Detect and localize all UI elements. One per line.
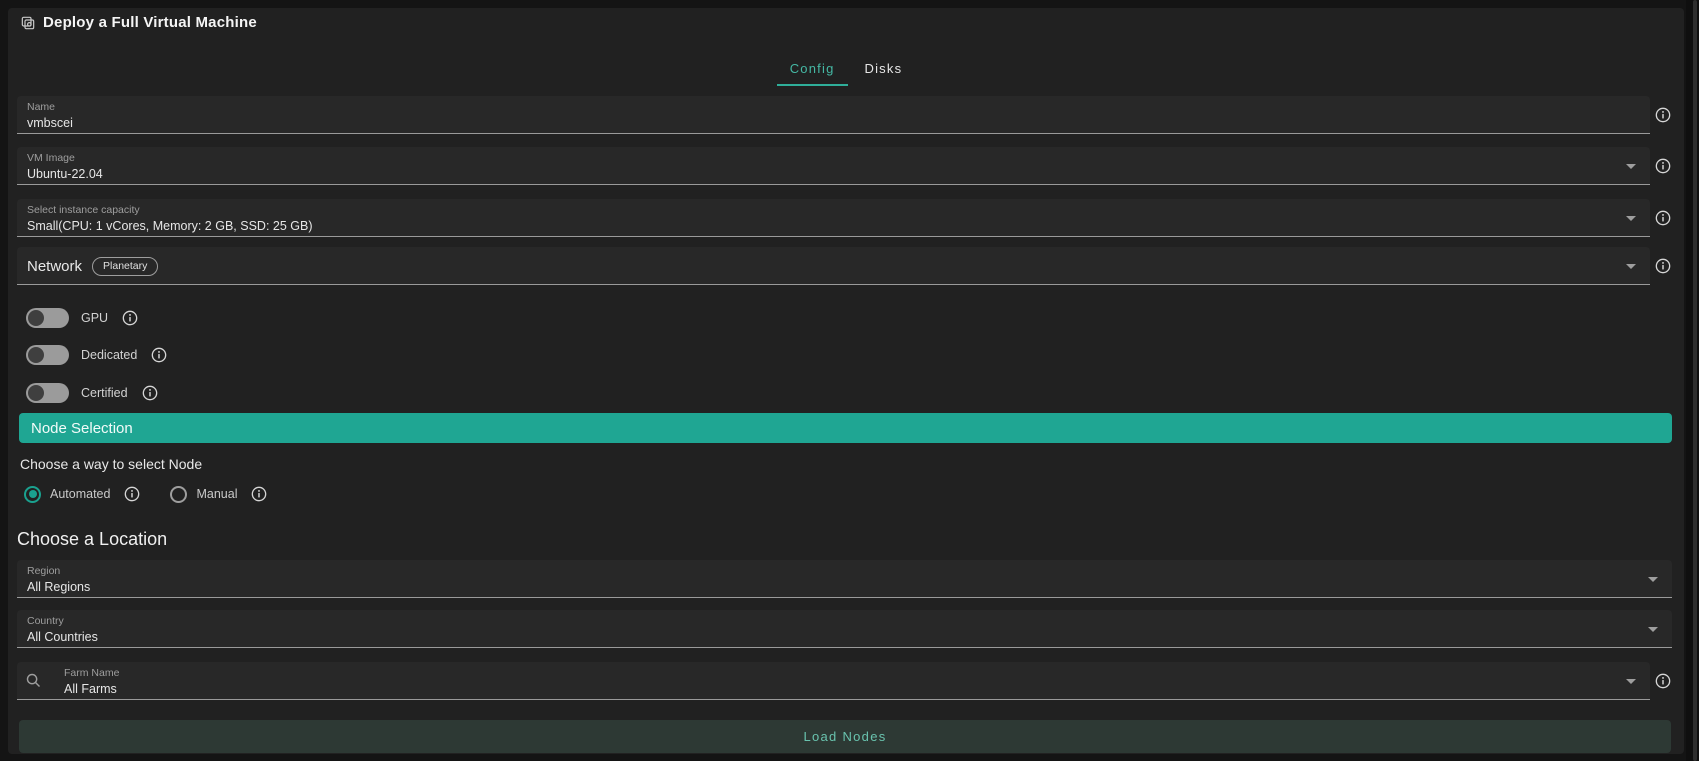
toggle-knob: [28, 385, 44, 401]
tab-bar: Config Disks: [8, 50, 1684, 86]
country-value: All Countries: [27, 629, 1658, 646]
chevron-down-icon: [1626, 264, 1636, 269]
card-header: Deploy a Full Virtual Machine: [20, 14, 257, 31]
certified-toggle-row: Certified: [26, 382, 158, 404]
scrollbar-track[interactable]: [1686, 0, 1699, 761]
network-row: Network Planetary: [27, 252, 1636, 284]
tab-disks[interactable]: Disks: [850, 50, 918, 86]
tab-config[interactable]: Config: [775, 50, 850, 86]
scrollbar-thumb[interactable]: [1693, 0, 1697, 761]
chevron-down-icon: [1648, 577, 1658, 582]
dedicated-toggle-row: Dedicated: [26, 344, 167, 366]
farm-label: Farm Name: [64, 667, 1636, 679]
capacity-label: Select instance capacity: [27, 204, 1636, 216]
chevron-down-icon: [1626, 164, 1636, 169]
gpu-toggle[interactable]: [26, 308, 69, 328]
dedicated-toggle[interactable]: [26, 345, 69, 365]
vm-image-info-icon[interactable]: [1655, 158, 1671, 174]
capacity-info-icon[interactable]: [1655, 210, 1671, 226]
radio-automated[interactable]: [24, 486, 41, 503]
vm-image-select[interactable]: VM Image Ubuntu-22.04: [17, 147, 1650, 185]
automated-info-icon[interactable]: [124, 486, 140, 502]
certified-toggle-label: Certified: [81, 386, 128, 400]
name-field[interactable]: Name vmbscei: [17, 96, 1650, 134]
vm-image-label: VM Image: [27, 152, 1636, 164]
farm-info-icon[interactable]: [1655, 673, 1671, 689]
name-info-icon[interactable]: [1655, 107, 1671, 123]
chevron-down-icon: [1648, 627, 1658, 632]
toggle-knob: [28, 347, 44, 363]
capacity-value: Small(CPU: 1 vCores, Memory: 2 GB, SSD: …: [27, 218, 1636, 235]
dedicated-info-icon[interactable]: [151, 347, 167, 363]
location-heading: Choose a Location: [17, 529, 167, 550]
planetary-chip[interactable]: Planetary: [92, 257, 158, 276]
gpu-toggle-label: GPU: [81, 311, 108, 325]
vm-stack-icon: [20, 15, 36, 31]
certified-toggle[interactable]: [26, 383, 69, 403]
search-icon: [25, 672, 42, 689]
farm-field-text: Farm Name All Farms: [27, 667, 1636, 698]
network-info-icon[interactable]: [1655, 258, 1671, 274]
farm-value: All Farms: [64, 681, 1636, 698]
name-field-value: vmbscei: [27, 115, 1636, 132]
network-label: Network: [27, 258, 82, 275]
region-label: Region: [27, 565, 1658, 577]
node-select-radio-group: Automated Manual: [24, 485, 267, 503]
node-select-subtitle: Choose a way to select Node: [20, 456, 202, 472]
country-label: Country: [27, 615, 1658, 627]
farm-select[interactable]: Farm Name All Farms: [17, 662, 1650, 700]
dedicated-toggle-label: Dedicated: [81, 348, 137, 362]
network-select[interactable]: Network Planetary: [17, 247, 1650, 285]
vm-image-value: Ubuntu-22.04: [27, 166, 1636, 183]
manual-info-icon[interactable]: [251, 486, 267, 502]
country-select[interactable]: Country All Countries: [17, 610, 1672, 648]
region-select[interactable]: Region All Regions: [17, 560, 1672, 598]
gpu-info-icon[interactable]: [122, 310, 138, 326]
radio-manual-label: Manual: [196, 487, 237, 501]
region-value: All Regions: [27, 579, 1658, 596]
certified-info-icon[interactable]: [142, 385, 158, 401]
node-selection-banner: Node Selection: [19, 413, 1672, 443]
page-title: Deploy a Full Virtual Machine: [43, 14, 257, 31]
name-field-label: Name: [27, 101, 1636, 113]
chevron-down-icon: [1626, 679, 1636, 684]
radio-dot: [29, 490, 37, 498]
chevron-down-icon: [1626, 216, 1636, 221]
deploy-vm-card: Deploy a Full Virtual Machine Config Dis…: [8, 8, 1684, 754]
toggle-knob: [28, 310, 44, 326]
load-nodes-button[interactable]: Load Nodes: [19, 720, 1671, 753]
radio-automated-label: Automated: [50, 487, 110, 501]
radio-manual[interactable]: [170, 486, 187, 503]
gpu-toggle-row: GPU: [26, 307, 138, 329]
capacity-select[interactable]: Select instance capacity Small(CPU: 1 vC…: [17, 199, 1650, 237]
